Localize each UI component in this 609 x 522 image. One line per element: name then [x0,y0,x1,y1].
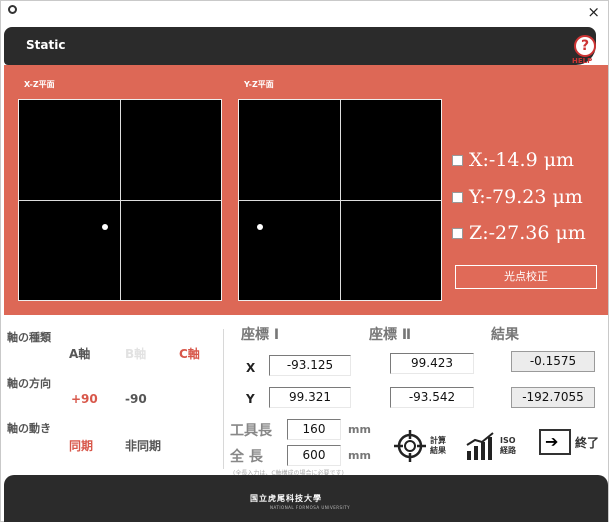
full-length-unit: mm [348,449,371,462]
iso-path-label-1: ISO [500,436,516,445]
z-readout-value: Z:-27.36 μm [469,222,586,244]
full-length-field[interactable]: 600 [287,445,341,466]
help-label: HELP [572,57,593,65]
axis-type-c-option[interactable]: C軸 [179,345,200,362]
tool-length-unit: mm [348,423,371,436]
yz-plot [238,99,442,301]
help-icon: ? [574,35,596,57]
x-readout-value: X:-14.9 μm [469,149,575,171]
settings-panel: 軸の種類 A軸 B軸 C軸 軸の方向 +90 -90 軸の動き 同期 非同期 座… [1,315,609,477]
yz-light-spot [256,224,263,231]
footer: 国立虎尾科技大學 NATIONAL FORMOSA UNIVERSITY [4,475,608,522]
tool-length-label: 工具長 [230,423,272,439]
coord2-heading: 座標 Ⅱ [369,327,412,343]
calc-result-button[interactable]: 計算 結果 [393,429,446,463]
iso-path-label-2: 経路 [500,446,516,455]
result-y-field: -192.7055 [511,387,595,408]
xz-plot-horizontal-axis [19,200,221,201]
xz-plane-label: X-Z平面 [24,80,55,89]
coord1-x-field[interactable]: -93.125 [269,355,351,376]
bar-chart-icon [466,432,494,460]
coord2-x-field[interactable]: 99.423 [390,353,474,374]
app-window: × Static ? HELP X-Z平面 Y-Z平面 X:-14.9 μm Y… [0,0,609,522]
y-readout-value: Y:-79.23 μm [469,186,583,208]
x-readout: X:-14.9 μm [452,149,574,171]
tool-length-field[interactable]: 160 [287,419,341,440]
exit-button[interactable]: ➔ 終了 [539,429,599,455]
axis-motion-sync-option[interactable]: 同期 [69,437,93,454]
y-readout: Y:-79.23 μm [452,186,583,208]
university-name: 国立虎尾科技大學 [250,494,322,503]
calc-result-label-2: 結果 [430,446,446,455]
window-title: Static [26,38,66,52]
exit-icon: ➔ [539,429,571,455]
axis-type-a-option[interactable]: A軸 [69,345,90,362]
calc-result-label-1: 計算 [430,436,446,445]
axis-type-b-option[interactable]: B軸 [125,345,146,362]
divider [223,329,224,469]
axis-direction-plus90-option[interactable]: +90 [71,392,98,406]
xz-plot [18,99,222,301]
coord1-y-field[interactable]: 99.321 [269,387,351,408]
title-bar: Static [4,27,596,65]
close-button[interactable]: × [587,3,600,21]
iso-path-button[interactable]: ISO 経路 [465,431,516,461]
xz-light-spot [101,224,108,231]
exit-label: 終了 [575,435,600,450]
axis-type-label: 軸の種類 [7,331,51,344]
x-readout-checkbox[interactable] [452,154,463,166]
university-name-en: NATIONAL FORMOSA UNIVERSITY [270,505,351,510]
result-heading: 結果 [491,327,519,343]
yz-plane-label: Y-Z平面 [244,80,274,89]
yz-plot-horizontal-axis [239,200,441,201]
y-readout-checkbox[interactable] [452,191,463,203]
spot-calibration-button[interactable]: 光点校正 [455,265,597,289]
coord1-heading: 座標 Ⅰ [241,327,280,343]
app-icon [8,5,17,14]
x-row-label: X [246,361,256,375]
result-x-field: -0.1575 [511,351,595,372]
coord2-y-field[interactable]: -93.542 [390,387,474,408]
y-row-label: Y [246,392,255,406]
z-readout: Z:-27.36 μm [452,222,586,244]
axis-motion-label: 軸の動き [7,422,51,435]
full-length-label: 全 長 [230,449,263,465]
z-readout-checkbox[interactable] [452,227,463,239]
axis-motion-async-option[interactable]: 非同期 [125,437,161,454]
axis-direction-label: 軸の方向 [7,377,51,390]
crosshair-icon [394,430,426,462]
axis-direction-minus90-option[interactable]: -90 [125,392,147,406]
